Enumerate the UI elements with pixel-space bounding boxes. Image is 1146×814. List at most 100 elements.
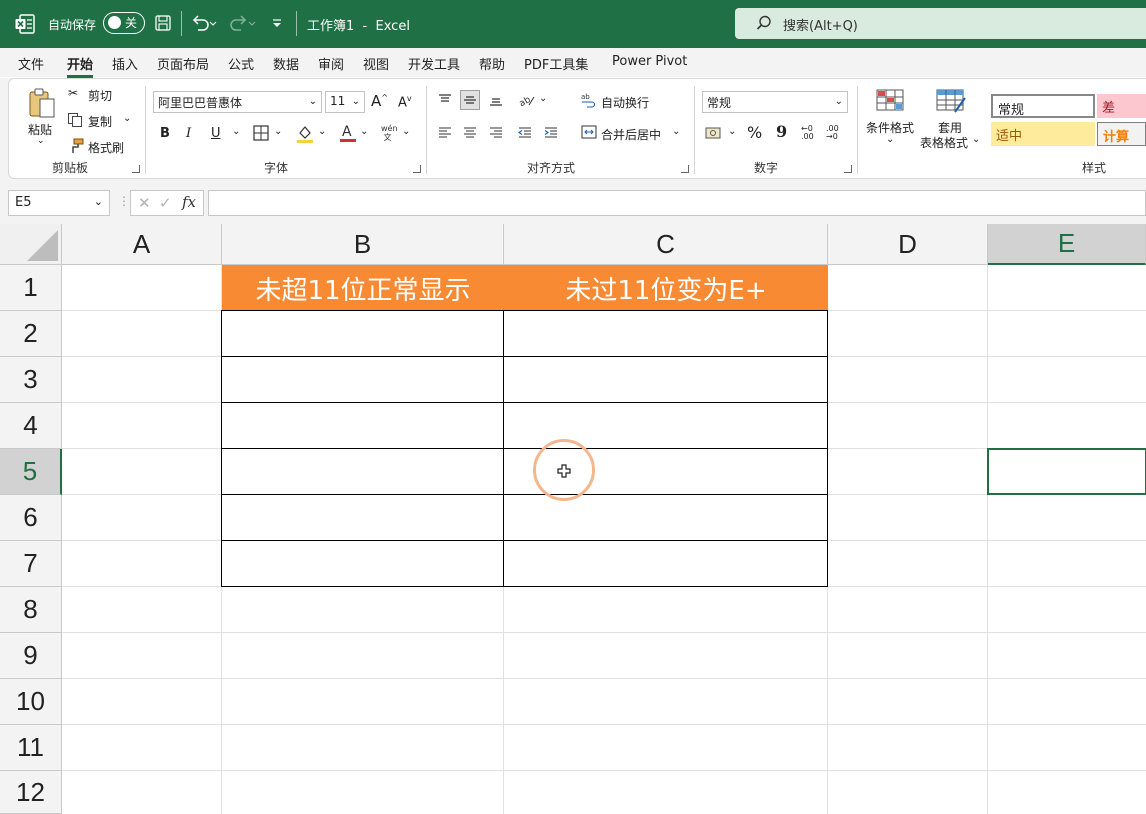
cell-c1[interactable]: 未过11位变为E+	[504, 265, 828, 311]
align-middle-icon[interactable]	[460, 90, 480, 110]
cut-button[interactable]: 剪切	[88, 87, 112, 104]
copy-button[interactable]: 复制	[88, 113, 112, 130]
select-all-corner[interactable]	[0, 224, 62, 265]
search-box[interactable]: 搜索(Alt+Q)	[735, 8, 1146, 39]
column-header-c[interactable]: C	[504, 224, 828, 265]
tab-home[interactable]: 开始	[67, 54, 94, 78]
column-header-b[interactable]: B	[222, 224, 504, 265]
font-launcher-icon[interactable]	[413, 165, 421, 173]
tab-page-layout[interactable]: 页面布局	[157, 54, 209, 73]
cancel-formula-icon[interactable]: ✕	[138, 194, 151, 212]
orientation-icon[interactable]: ab	[517, 90, 537, 110]
cell-c6[interactable]	[503, 494, 828, 541]
cell-c3[interactable]	[503, 356, 828, 403]
insert-function-button[interactable]: fx	[182, 193, 196, 211]
orientation-dropdown-icon[interactable]: ⌄	[539, 93, 547, 104]
redo-icon[interactable]	[230, 12, 256, 34]
row-header-7[interactable]: 7	[0, 541, 62, 587]
fill-color-dropdown-icon[interactable]: ⌄	[318, 126, 326, 137]
cell-b6[interactable]	[221, 494, 504, 541]
formula-input[interactable]	[208, 190, 1146, 216]
row-header-3[interactable]: 3	[0, 357, 62, 403]
font-color-icon[interactable]: A	[339, 122, 357, 147]
font-name-select[interactable]: 阿里巴巴普惠体 ⌄	[153, 91, 322, 113]
format-as-table-label-2[interactable]: 表格格式	[920, 134, 968, 151]
format-table-dropdown-icon[interactable]: ⌄	[972, 134, 980, 145]
number-format-select[interactable]: 常规 ⌄	[702, 91, 848, 113]
cell-b2[interactable]	[221, 310, 504, 357]
row-header-2[interactable]: 2	[0, 311, 62, 357]
currency-icon[interactable]	[705, 126, 723, 143]
undo-icon[interactable]	[191, 12, 217, 34]
tab-file[interactable]: 文件	[18, 54, 44, 73]
worksheet-grid[interactable]: 未超11位正常显示 未过11位变为E+	[62, 265, 1146, 814]
alignment-launcher-icon[interactable]	[681, 165, 689, 173]
copy-dropdown-icon[interactable]: ⌄	[123, 113, 131, 124]
copy-icon[interactable]	[67, 112, 83, 131]
row-header-4[interactable]: 4	[0, 403, 62, 449]
tab-view[interactable]: 视图	[363, 54, 389, 73]
column-header-e[interactable]: E	[988, 224, 1146, 265]
cell-c7[interactable]	[503, 540, 828, 587]
style-calculation[interactable]: 计算	[1097, 122, 1146, 146]
align-bottom-icon[interactable]	[486, 90, 506, 110]
decrease-indent-icon[interactable]	[515, 123, 535, 143]
conditional-dropdown-icon[interactable]: ⌄	[886, 134, 894, 145]
increase-indent-icon[interactable]	[541, 123, 561, 143]
phonetic-guide-icon[interactable]: wén 文	[381, 124, 398, 142]
row-header-11[interactable]: 11	[0, 725, 62, 771]
cell-b3[interactable]	[221, 356, 504, 403]
tab-developer[interactable]: 开发工具	[408, 54, 460, 73]
row-header-9[interactable]: 9	[0, 633, 62, 679]
format-as-table-icon[interactable]	[935, 88, 967, 119]
style-normal[interactable]: 常规	[991, 94, 1095, 118]
name-box[interactable]: E5 ⌄	[8, 190, 110, 216]
row-header-6[interactable]: 6	[0, 495, 62, 541]
paste-dropdown-icon[interactable]: ⌄	[37, 136, 45, 146]
wrap-text-button[interactable]: 自动换行	[601, 94, 649, 111]
increase-decimal-icon[interactable]: ←0.00	[801, 125, 814, 141]
borders-dropdown-icon[interactable]: ⌄	[274, 126, 282, 137]
italic-button[interactable]: I	[186, 126, 191, 141]
format-painter-button[interactable]: 格式刷	[88, 139, 124, 156]
save-icon[interactable]	[154, 12, 172, 34]
wrap-text-icon[interactable]: ab	[581, 92, 597, 111]
fill-color-icon[interactable]	[296, 124, 314, 147]
cut-icon[interactable]: ✂	[68, 86, 78, 100]
underline-button[interactable]: U	[211, 126, 221, 141]
selected-cell-e5[interactable]	[987, 448, 1146, 495]
cell-b5[interactable]	[221, 448, 504, 495]
tab-pdf-tools[interactable]: PDF工具集	[524, 54, 588, 73]
cell-b4[interactable]	[221, 402, 504, 449]
font-size-select[interactable]: 11 ⌄	[325, 91, 365, 113]
enter-formula-icon[interactable]: ✓	[159, 194, 172, 212]
percent-button[interactable]: %	[747, 123, 762, 142]
format-painter-icon[interactable]	[68, 138, 84, 157]
tab-help[interactable]: 帮助	[479, 54, 505, 73]
borders-icon[interactable]	[252, 124, 270, 145]
decrease-decimal-icon[interactable]: .00 →0	[826, 125, 839, 141]
comma-style-button[interactable]: 9	[776, 122, 787, 141]
tab-review[interactable]: 审阅	[318, 54, 344, 73]
currency-dropdown-icon[interactable]: ⌄	[728, 126, 736, 137]
align-left-icon[interactable]	[435, 123, 455, 143]
tab-data[interactable]: 数据	[273, 54, 299, 73]
align-top-icon[interactable]	[435, 90, 455, 110]
tab-formulas[interactable]: 公式	[228, 54, 254, 73]
column-header-a[interactable]: A	[62, 224, 222, 265]
row-header-8[interactable]: 8	[0, 587, 62, 633]
tab-power-pivot[interactable]: Power Pivot	[612, 54, 687, 69]
merge-center-button[interactable]: 合并后居中	[601, 126, 661, 143]
phonetic-dropdown-icon[interactable]: ⌄	[402, 126, 410, 137]
cell-c2[interactable]	[503, 310, 828, 357]
row-header-5[interactable]: 5	[0, 449, 62, 495]
customize-toolbar-icon[interactable]	[271, 12, 283, 34]
align-right-icon[interactable]	[486, 123, 506, 143]
paste-icon[interactable]	[27, 86, 57, 123]
decrease-font-icon[interactable]: Av	[398, 94, 412, 110]
align-center-icon[interactable]	[460, 123, 480, 143]
cell-b1[interactable]: 未超11位正常显示	[222, 265, 504, 311]
merge-dropdown-icon[interactable]: ⌄	[672, 126, 680, 137]
row-header-10[interactable]: 10	[0, 679, 62, 725]
number-launcher-icon[interactable]	[844, 165, 852, 173]
